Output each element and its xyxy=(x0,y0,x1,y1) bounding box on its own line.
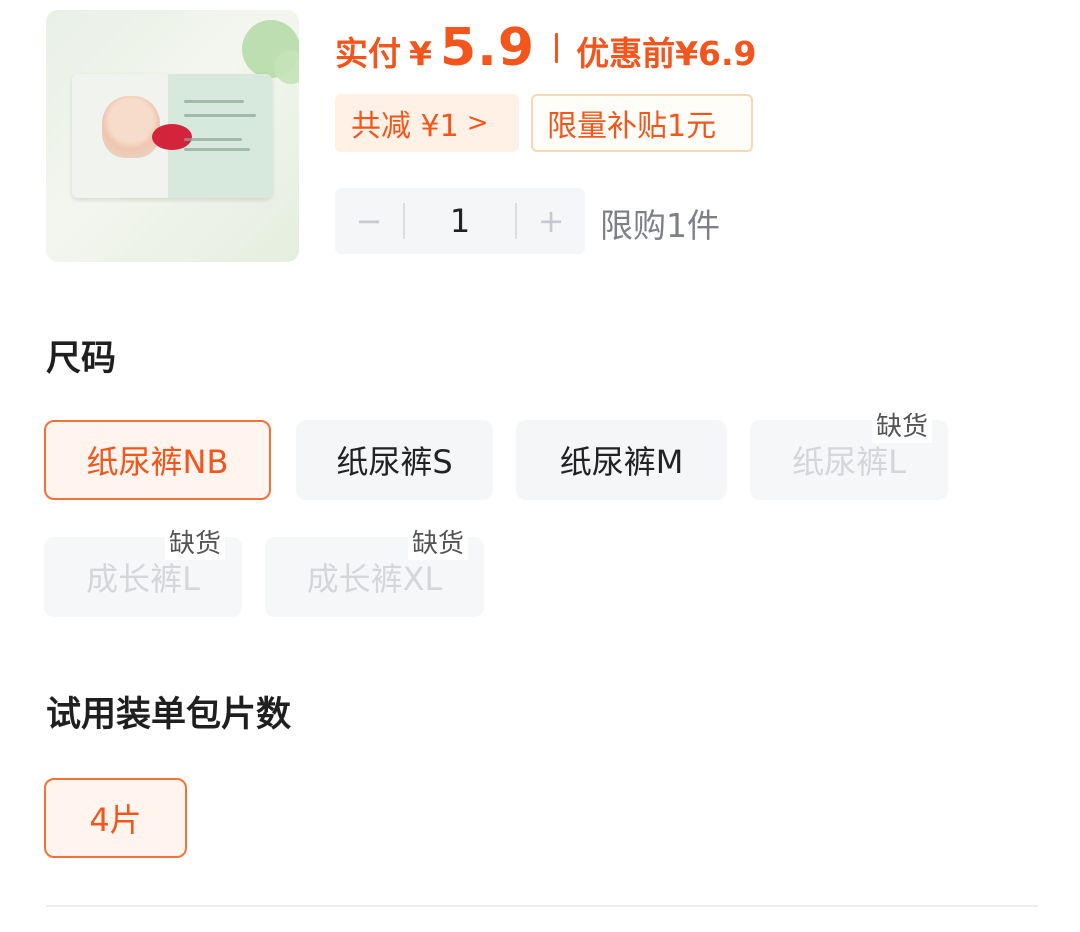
paid-price: 5.9 xyxy=(439,18,536,78)
pack-text-line xyxy=(184,138,242,141)
decrement-button[interactable]: − xyxy=(335,202,403,240)
size-option-label: 成长裤XL xyxy=(306,560,443,598)
total-saving-badge[interactable]: 共减 ¥1 > xyxy=(335,94,519,152)
pack-text-line xyxy=(184,100,244,103)
currency-symbol: ¥ xyxy=(409,34,432,73)
out-of-stock-tag: 缺货 xyxy=(165,523,226,560)
quantity-stepper: − 1 + xyxy=(335,188,585,254)
out-of-stock-tag: 缺货 xyxy=(872,406,933,443)
purchase-limit-text: 限购1件 xyxy=(600,206,720,245)
pack-text-line xyxy=(184,148,250,151)
count-option-label: 4片 xyxy=(89,801,142,839)
brand-logo xyxy=(152,124,192,150)
paid-label: 实付 xyxy=(335,34,401,73)
size-option-label: 纸尿裤M xyxy=(559,443,684,481)
quantity-value[interactable]: 1 xyxy=(405,202,515,240)
bottom-divider xyxy=(46,905,1038,907)
price-row: 实付 ¥ 5.9 优惠前 ¥6.9 xyxy=(335,18,757,78)
total-saving-text: 共减 ¥1 xyxy=(351,109,459,144)
size-option-label: 纸尿裤NB xyxy=(86,443,229,481)
count-option-4[interactable]: 4片 xyxy=(44,778,187,858)
size-option-label: 纸尿裤L xyxy=(792,443,906,481)
size-option-diaper-nb[interactable]: 纸尿裤NB xyxy=(44,420,271,500)
price-separator xyxy=(555,33,559,63)
before-discount-label: 优惠前 xyxy=(576,34,676,73)
pack-text-line xyxy=(184,114,256,117)
subsidy-badge: 限量补贴1元 xyxy=(531,94,753,152)
size-option-diaper-m[interactable]: 纸尿裤M xyxy=(516,420,727,500)
baby-photo xyxy=(102,96,160,158)
size-option-label: 成长裤L xyxy=(86,560,200,598)
before-discount-price: ¥6.9 xyxy=(675,34,757,73)
diaper-pack xyxy=(72,74,272,198)
count-section-title: 试用装单包片数 xyxy=(46,695,292,735)
chevron-right-icon: > xyxy=(466,108,489,138)
size-section-title: 尺码 xyxy=(46,339,117,379)
size-option-label: 纸尿裤S xyxy=(336,443,453,481)
out-of-stock-tag: 缺货 xyxy=(408,523,469,560)
product-image[interactable] xyxy=(46,10,299,262)
increment-button[interactable]: + xyxy=(517,202,585,240)
size-option-diaper-s[interactable]: 纸尿裤S xyxy=(296,420,493,500)
subsidy-text: 限量补贴1元 xyxy=(547,109,717,144)
flower-decoration-small xyxy=(274,50,299,84)
